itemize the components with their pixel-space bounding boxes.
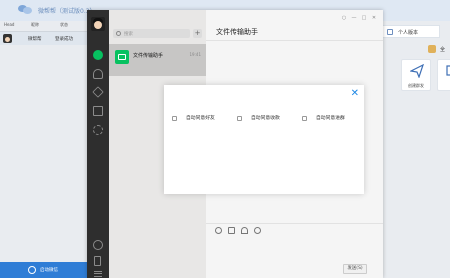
- moments-icon[interactable]: [93, 240, 103, 250]
- chat-history-icon[interactable]: [254, 227, 261, 234]
- checkbox-icon[interactable]: [302, 116, 307, 121]
- account-status: 登录成功: [55, 37, 73, 42]
- right-panel-header: 全: [420, 40, 450, 57]
- chat-icon[interactable]: [93, 50, 103, 60]
- app-logo-icon: [18, 4, 32, 15]
- conversation-name: 文件传输助手: [133, 53, 164, 59]
- auto-accept-group-label: 自动同意进群: [316, 116, 345, 121]
- column-status: 状态: [60, 22, 68, 27]
- favorites-icon[interactable]: [92, 86, 104, 98]
- account-table-header: Head 昵称 状态: [0, 21, 87, 30]
- emoji-icon[interactable]: [215, 227, 222, 234]
- chat-title: 文件传输助手: [216, 28, 258, 36]
- close-icon[interactable]: ✕: [351, 89, 359, 99]
- right-panel-header-label: 全: [440, 47, 446, 53]
- list-item[interactable]: 文件传输助手 19:41: [109, 44, 206, 76]
- account-nickname: 微帮帮: [28, 37, 42, 42]
- column-nickname: 昵称: [31, 22, 39, 27]
- send-icon: [410, 64, 424, 78]
- file-transfer-icon: [115, 50, 129, 64]
- close-button[interactable]: ✕: [369, 15, 379, 21]
- screenshot-icon[interactable]: [241, 227, 248, 234]
- create-broadcast-label: 创建群发: [408, 83, 424, 88]
- divider: [206, 40, 383, 41]
- start-wechat-label: 启动微信: [40, 268, 58, 273]
- message-card-label: 消: [438, 83, 450, 89]
- account-row[interactable]: 微帮帮 登录成功: [0, 32, 87, 45]
- contacts-icon[interactable]: [93, 69, 103, 79]
- mini-program-icon[interactable]: [93, 125, 103, 135]
- file-icon[interactable]: [228, 227, 235, 234]
- checkbox-icon[interactable]: [172, 116, 177, 121]
- cube-icon: [428, 45, 436, 53]
- divider: [206, 223, 383, 224]
- folder-icon[interactable]: [93, 106, 103, 116]
- add-button[interactable]: +: [193, 29, 202, 38]
- column-head: Head: [4, 22, 15, 27]
- avatar: [3, 34, 12, 43]
- maximize-button[interactable]: □: [359, 15, 369, 21]
- auto-accept-friends-label: 自动同意好友: [186, 116, 215, 121]
- wechat-icon: [28, 266, 36, 274]
- minimize-button[interactable]: —: [349, 15, 359, 21]
- wechat-sidebar: [87, 10, 109, 278]
- pin-button[interactable]: ○: [339, 15, 349, 21]
- window-controls: ○ — □ ✕: [339, 15, 379, 23]
- message-card[interactable]: 消: [437, 59, 450, 91]
- search-placeholder: 搜索: [124, 32, 133, 37]
- send-button[interactable]: 发送(S): [343, 264, 367, 274]
- create-broadcast-card[interactable]: 创建群发: [401, 59, 431, 91]
- phone-icon[interactable]: [94, 256, 101, 266]
- search-input[interactable]: 搜索: [113, 29, 190, 38]
- tab-personal-version-label: 个人版本: [398, 30, 419, 36]
- user-icon: [387, 29, 393, 35]
- search-icon: [116, 31, 121, 36]
- auto-accept-dialog: ✕ 自动同意好友 自动同意收款 自动同意进群: [164, 85, 364, 194]
- menu-icon[interactable]: [94, 271, 102, 277]
- auto-accept-payment-label: 自动同意收款: [251, 116, 280, 121]
- message-icon: [446, 65, 450, 76]
- checkbox-icon[interactable]: [237, 116, 242, 121]
- user-avatar[interactable]: [91, 17, 105, 31]
- start-wechat-button[interactable]: 启动微信: [0, 262, 87, 278]
- conversation-time: 19:41: [189, 52, 201, 57]
- tab-personal-version[interactable]: 个人版本: [382, 25, 440, 38]
